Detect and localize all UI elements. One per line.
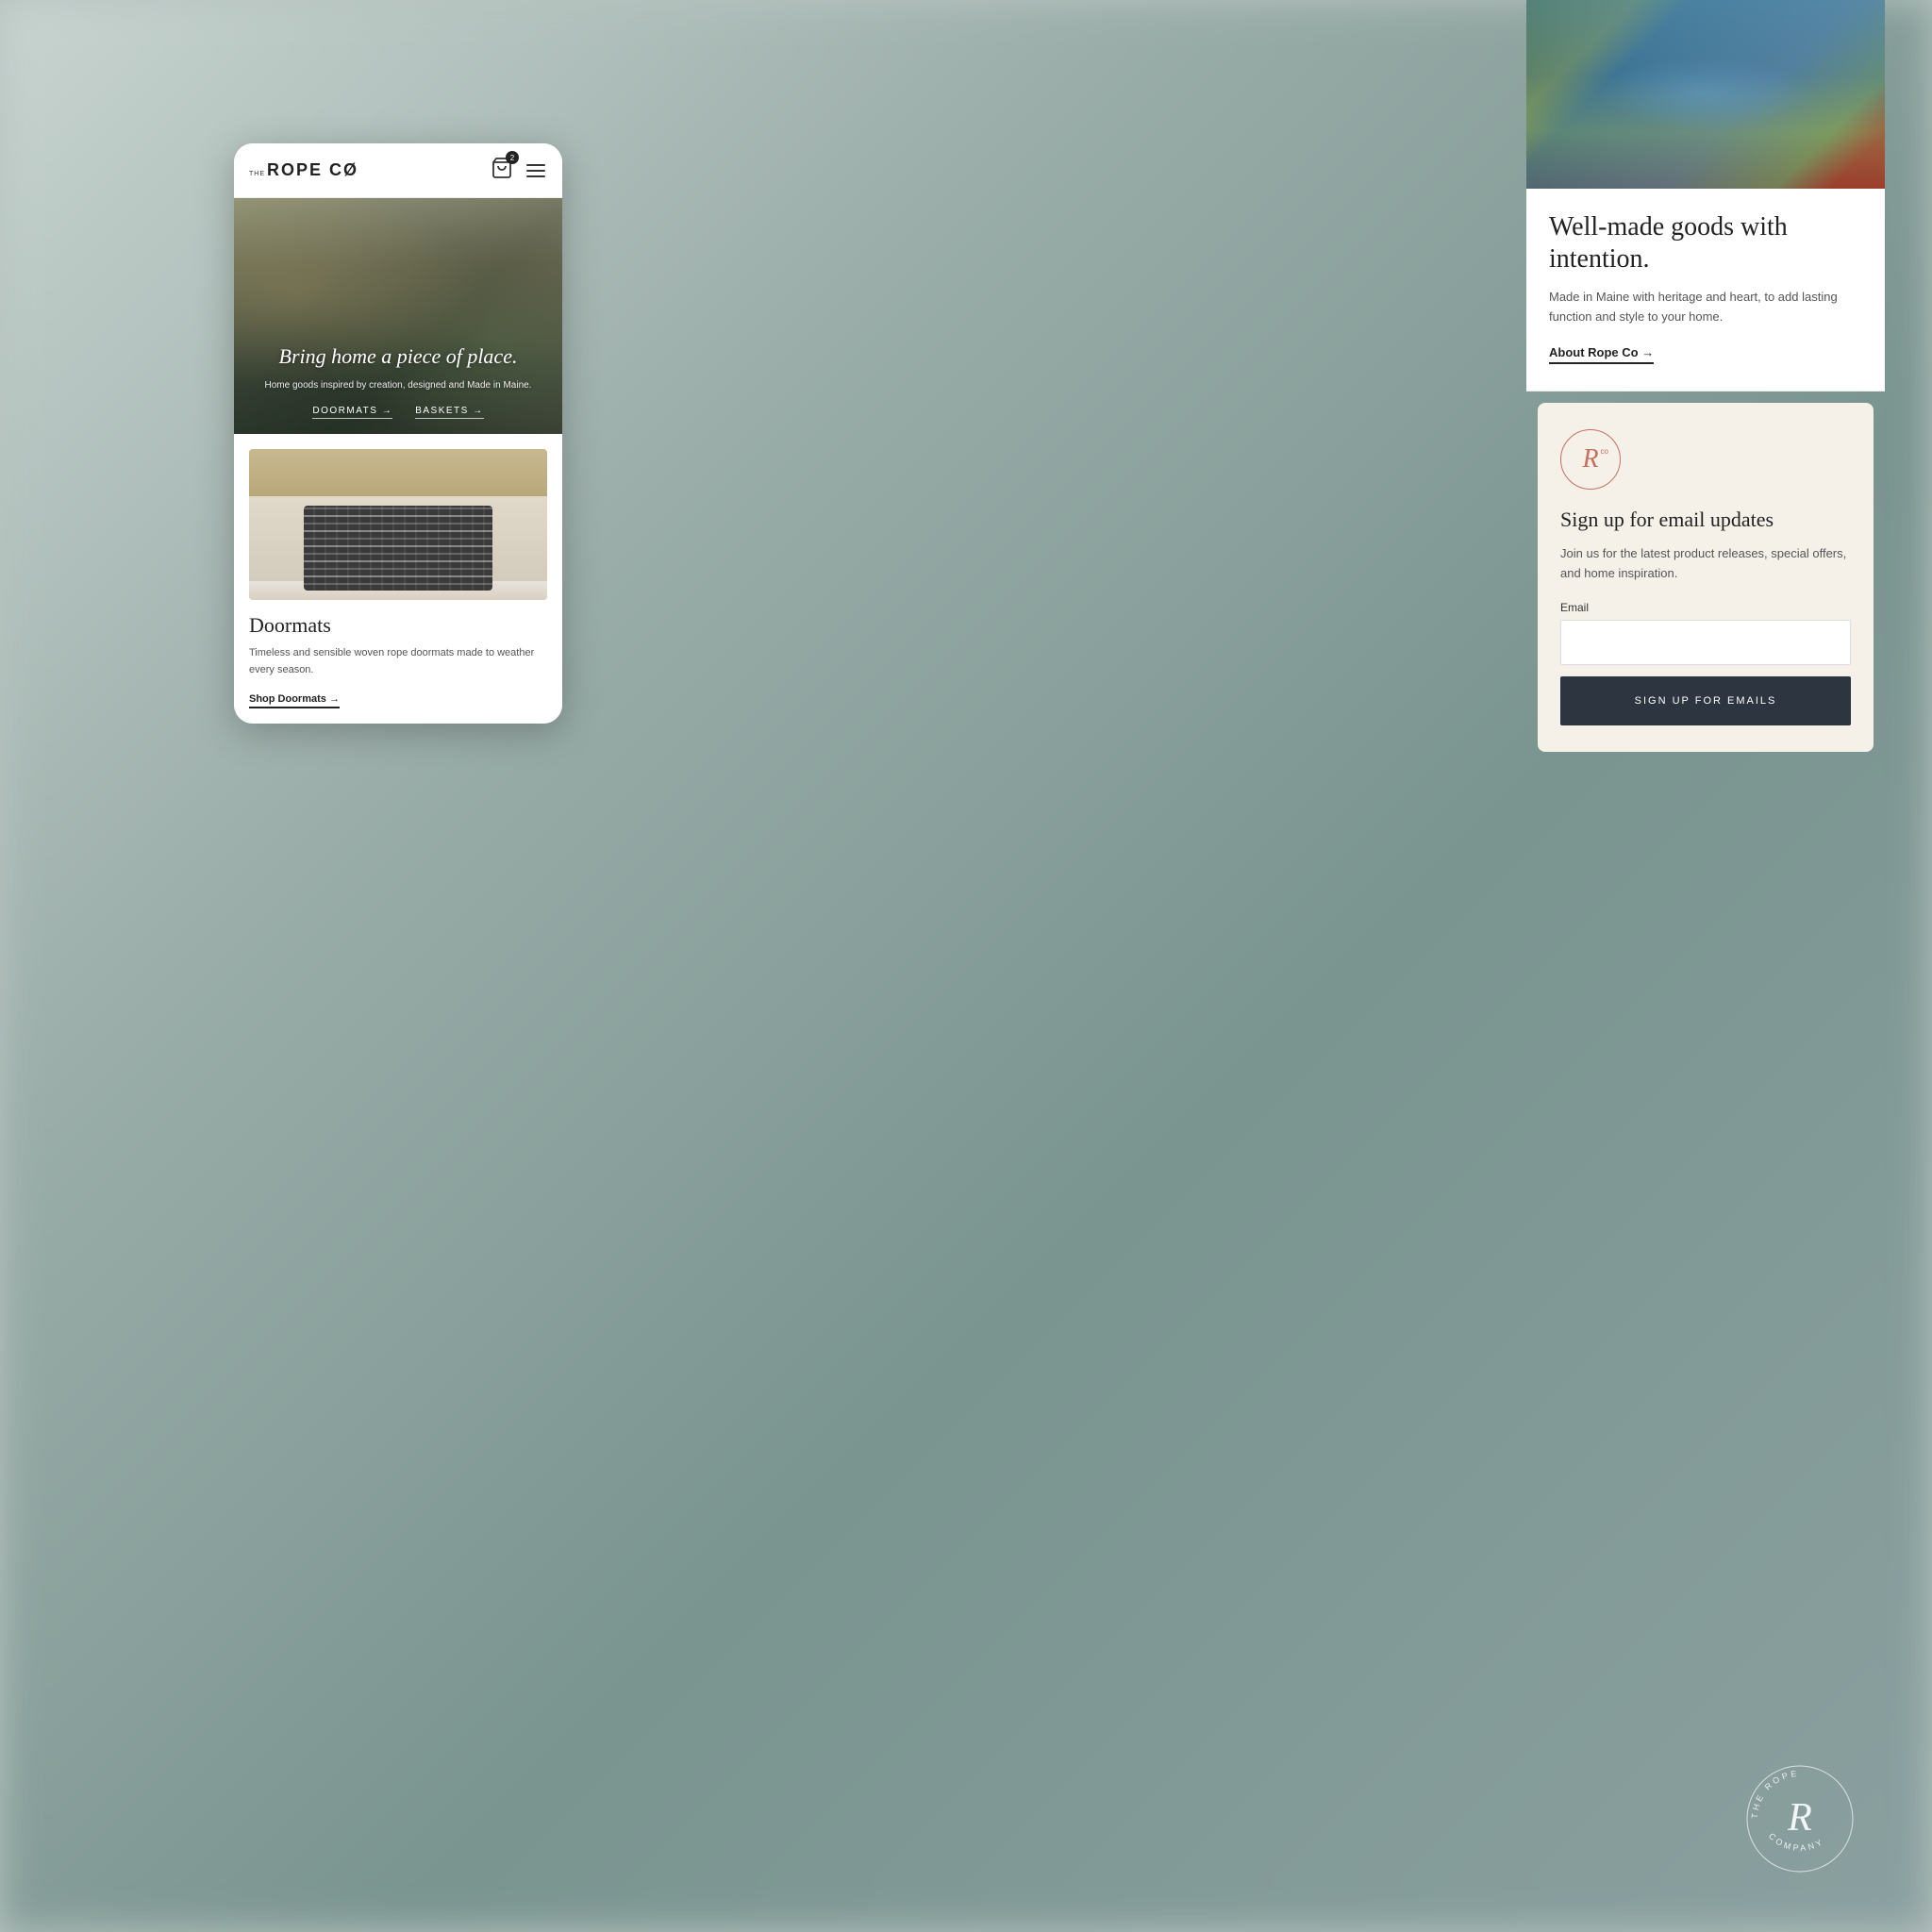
- product-description: Timeless and sensible woven rope doormat…: [249, 645, 547, 678]
- bottom-logo: THE ROPE COMPANY R: [1743, 1762, 1857, 1875]
- circular-logo: THE ROPE COMPANY R: [1743, 1762, 1857, 1875]
- circular-logo-svg: THE ROPE COMPANY R: [1743, 1762, 1857, 1875]
- hero-subtitle: Home goods inspired by creation, designe…: [265, 378, 532, 392]
- baskets-button[interactable]: BASKETS →: [415, 406, 483, 419]
- harbor-section: [1526, 0, 1885, 189]
- email-input[interactable]: [1560, 620, 1851, 665]
- about-title: Well-made goods with intention.: [1549, 211, 1862, 275]
- cart-badge: 2: [506, 151, 519, 164]
- doormats-button[interactable]: DOORMATS →: [312, 406, 392, 419]
- svg-text:R: R: [1787, 1796, 1812, 1840]
- email-signup-title: Sign up for email updates: [1560, 507, 1851, 534]
- about-section: Well-made goods with intention. Made in …: [1526, 189, 1885, 391]
- email-signup-section: R co Sign up for email updates Join us f…: [1538, 403, 1874, 752]
- about-description: Made in Maine with heritage and heart, t…: [1549, 288, 1862, 327]
- menu-button[interactable]: [525, 162, 547, 179]
- hamburger-line-3: [526, 175, 545, 177]
- product-title: Doormats: [249, 613, 547, 638]
- hamburger-line-2: [526, 170, 545, 172]
- hero-title: Bring home a piece of place.: [260, 343, 537, 371]
- phone-header: THE ROPE CØ 2: [234, 143, 562, 198]
- step-art: [249, 449, 547, 496]
- product-image: [249, 449, 547, 600]
- logo-text: ROPE CØ: [267, 160, 358, 180]
- brand-r-letter: R: [1582, 444, 1598, 475]
- phone-mockup: THE ROPE CØ 2 Bring home a piece of plac…: [234, 143, 562, 724]
- shop-doormats-link[interactable]: Shop Doormats →: [249, 693, 340, 708]
- email-signup-description: Join us for the latest product releases,…: [1560, 544, 1851, 584]
- hero-section: Bring home a piece of place. Home goods …: [234, 198, 562, 434]
- doormat-art: [304, 506, 492, 591]
- logo-the: THE: [249, 171, 265, 177]
- phone-logo: THE ROPE CØ: [249, 160, 358, 180]
- right-panel: Well-made goods with intention. Made in …: [1526, 0, 1885, 1932]
- about-link[interactable]: About Rope Co →: [1549, 345, 1654, 364]
- signup-button[interactable]: SIGN UP FOR EMAILS: [1560, 676, 1851, 725]
- product-section: Doormats Timeless and sensible woven rop…: [234, 434, 562, 724]
- porch-art: [234, 198, 562, 368]
- email-label: Email: [1560, 601, 1851, 614]
- cart-button[interactable]: 2: [491, 157, 513, 184]
- hamburger-line-1: [526, 164, 545, 166]
- harbor-image: [1526, 0, 1885, 189]
- brand-logo-circle: R co: [1560, 429, 1621, 490]
- header-icons: 2: [491, 157, 547, 184]
- brand-co-text: co: [1601, 447, 1608, 456]
- hero-buttons: DOORMATS → BASKETS →: [312, 406, 483, 419]
